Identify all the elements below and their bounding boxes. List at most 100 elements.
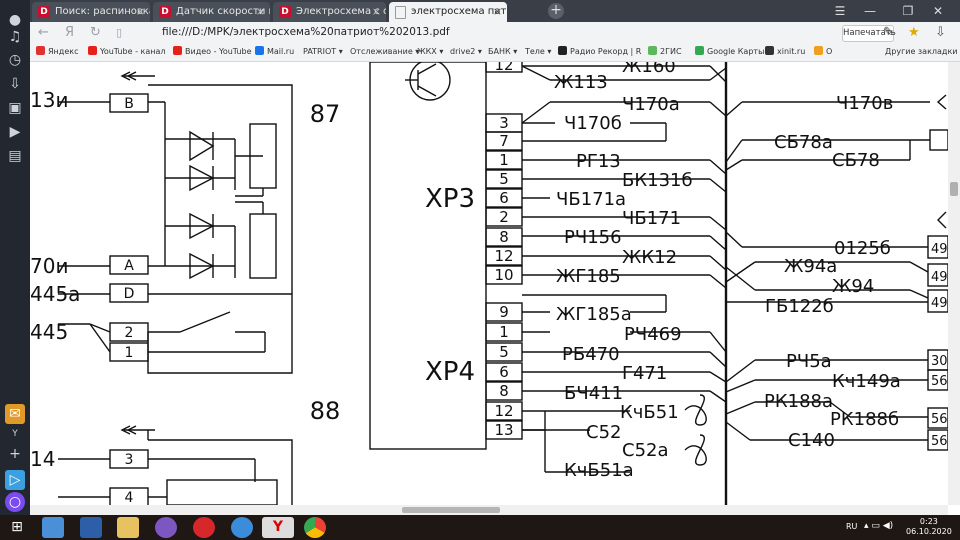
wire-label: С52а: [622, 440, 669, 461]
pdf-viewport[interactable]: B A D 2 1 13и 70и 445а 445 87 88 3 4 14 …: [30, 62, 948, 505]
tab-speed-sensor[interactable]: DДатчик скорости и индик×: [153, 2, 270, 22]
windows-taskbar: ⊞ Y RU ▴ ▭ ◀) 0:23 06.10.2020: [0, 515, 960, 540]
windows-start-icon[interactable]: ⊞: [6, 517, 28, 538]
close-icon[interactable]: ×: [493, 2, 502, 22]
block-label: XP4: [425, 357, 475, 387]
document-icon: [395, 5, 406, 19]
close-icon[interactable]: ×: [136, 2, 145, 22]
close-window-icon[interactable]: ✕: [928, 2, 948, 20]
yandex-logo-icon[interactable]: Я: [65, 25, 74, 41]
network-globe-icon[interactable]: [231, 517, 253, 538]
close-icon[interactable]: ×: [372, 2, 381, 22]
tab-strip: DПоиск: распиновка разъ× DДатчик скорост…: [30, 0, 960, 22]
bookmark-folder[interactable]: drive2 ▾: [450, 45, 482, 59]
download-icon[interactable]: ⇩: [5, 74, 25, 94]
pin-label: 3: [125, 452, 134, 468]
url-field[interactable]: file:///D:/MPK/электросхема%20патриот%20…: [162, 26, 450, 38]
wire-label: КчБ51: [620, 402, 679, 423]
history-icon[interactable]: ◷: [5, 50, 25, 70]
opera-icon[interactable]: [193, 517, 215, 538]
play-store-icon[interactable]: ▷: [5, 470, 25, 490]
bookmark-item[interactable]: Mail.ru: [255, 45, 294, 59]
pin-label: 30: [931, 354, 948, 369]
bookmark-folder[interactable]: Теле ▾: [525, 45, 551, 59]
block-label: 88: [310, 397, 341, 425]
block-label: XP3: [425, 184, 475, 214]
connector-arrow-icon: [120, 425, 155, 440]
other-bookmarks[interactable]: Другие закладки ▾: [885, 45, 960, 59]
bookmark-label: drive2 ▾: [450, 47, 482, 56]
bookmark-favicon-icon: [173, 46, 182, 55]
yandex-icon[interactable]: Y: [5, 424, 25, 444]
bookmark-item[interactable]: Радио Рекорд | R: [558, 45, 641, 59]
video-play-icon[interactable]: ▶: [5, 122, 25, 142]
bookmark-item[interactable]: Видео - YouTube: [173, 45, 252, 59]
alice-icon[interactable]: ○: [5, 492, 25, 512]
pin-label: 12: [494, 247, 513, 265]
reload-icon[interactable]: ↻: [90, 25, 101, 41]
wire-label: Г471: [622, 363, 667, 384]
connector-arrow-icon: [120, 71, 155, 81]
clock[interactable]: 0:23 06.10.2020: [906, 517, 952, 537]
scroll-thumb[interactable]: [402, 507, 500, 513]
bookmark-folder[interactable]: PATRIOT ▾: [303, 45, 343, 59]
bookmark-folder[interactable]: Отслеживание ▾: [350, 45, 419, 59]
viber-icon[interactable]: [155, 517, 177, 538]
bookmark-label: Google Карты: [707, 47, 765, 56]
horizontal-scrollbar[interactable]: [30, 505, 948, 515]
close-icon[interactable]: ×: [256, 2, 265, 22]
vertical-scrollbar[interactable]: [948, 62, 960, 505]
bookmark-item[interactable]: YouTube - канал: [88, 45, 165, 59]
notification-bell-icon[interactable]: ♫: [5, 27, 25, 47]
wire-label: Ч170а: [622, 94, 680, 115]
collections-icon[interactable]: ▣: [5, 98, 25, 118]
add-panel-icon[interactable]: +: [5, 444, 25, 464]
pin-label: 56: [931, 374, 948, 389]
bookmark-label: Теле ▾: [525, 47, 552, 56]
language-indicator[interactable]: RU: [846, 522, 857, 531]
tab-search[interactable]: DПоиск: распиновка разъ×: [32, 2, 150, 22]
bookmark-item[interactable]: Google Карты: [695, 45, 764, 59]
wire-label: ЧБ171а: [556, 189, 626, 210]
pin-label: 7: [499, 132, 509, 150]
tab-favicon-icon: D: [38, 6, 50, 18]
bookmarks-bar: Яндекс YouTube - канал Видео - YouTube M…: [30, 44, 960, 62]
bookmark-item[interactable]: xinit.ru: [765, 45, 805, 59]
pin-label: 1: [125, 345, 134, 361]
scroll-thumb[interactable]: [950, 182, 958, 196]
calculator-icon[interactable]: [42, 517, 64, 538]
zen-icon[interactable]: ▤: [5, 146, 25, 166]
tab-patriot-pdf[interactable]: электросхема патриот 2×: [389, 2, 507, 22]
address-bar: ← Я ↻ ▯ file:///D:/MPK/электросхема%20па…: [30, 22, 960, 44]
tray-icons[interactable]: ▴ ▭ ◀): [864, 521, 893, 531]
bookmark-folder[interactable]: ЖКХ ▾: [417, 45, 443, 59]
comment-icon[interactable]: ✎: [883, 25, 894, 41]
wire-label: РК188б: [830, 409, 899, 430]
menu-lines-icon[interactable]: ☰: [830, 2, 850, 20]
folder-icon[interactable]: [117, 517, 139, 538]
wire-label: КчБ51а: [564, 460, 634, 481]
pin-label: 56: [931, 434, 948, 449]
wire-label: РЧ5а: [786, 351, 832, 372]
pin-label: 1: [499, 323, 509, 341]
pin-label: 2: [499, 208, 509, 226]
back-arrow-icon[interactable]: ←: [38, 25, 49, 41]
yandex-browser-icon[interactable]: Y: [262, 517, 294, 538]
bookmark-item[interactable]: О: [814, 45, 832, 59]
minimize-icon[interactable]: —: [860, 2, 880, 20]
tab-wiring-links[interactable]: DЭлектросхема с ссылкам×: [273, 2, 386, 22]
downloads-icon[interactable]: ⇩: [935, 25, 946, 41]
bookmark-label: Отслеживание ▾: [350, 47, 420, 56]
mail-icon[interactable]: ✉: [5, 404, 25, 424]
save-disk-icon[interactable]: [80, 517, 102, 538]
led-diode-icon: [189, 130, 215, 162]
chrome-icon[interactable]: [304, 517, 326, 538]
new-tab-button[interactable]: +: [548, 3, 564, 19]
bookmark-item[interactable]: 2ГИС: [648, 45, 682, 59]
bookmark-star-icon[interactable]: ★: [908, 25, 920, 41]
pin-label: 49: [931, 296, 948, 311]
maximize-icon[interactable]: ❐: [898, 2, 918, 20]
bookmark-item[interactable]: Яндекс: [36, 45, 78, 59]
bookmark-folder[interactable]: БАНК ▾: [488, 45, 517, 59]
bookmark-favicon-icon: [765, 46, 774, 55]
